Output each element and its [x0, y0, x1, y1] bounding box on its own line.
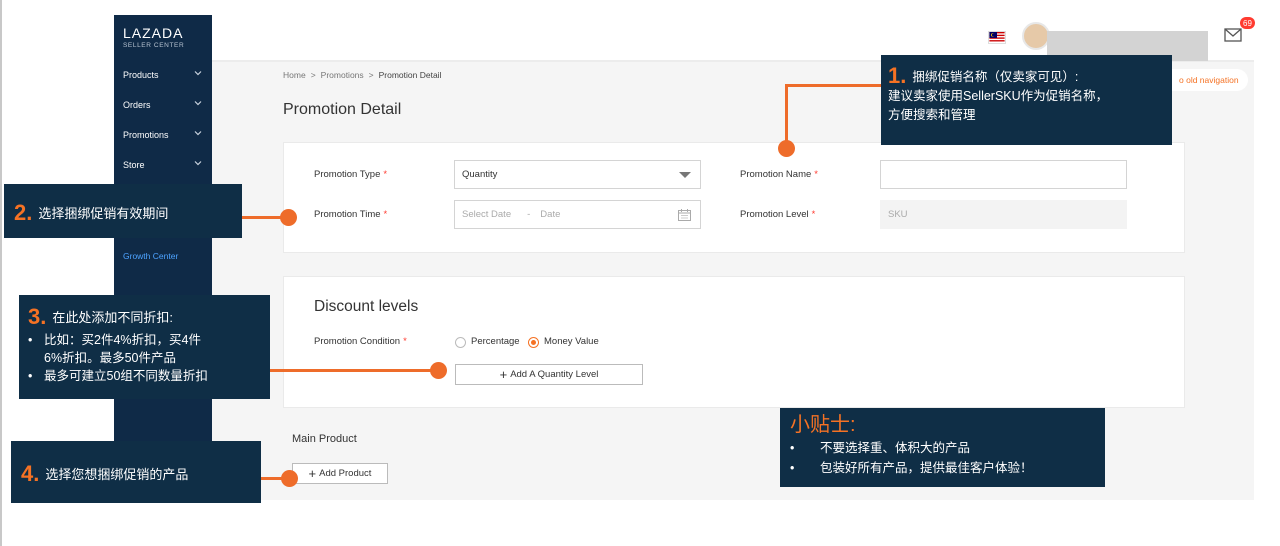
tips-bullet: •: [790, 461, 795, 475]
required-mark: *: [383, 209, 388, 220]
sidebar-item-label: Store: [123, 160, 145, 170]
add-quantity-level-label: Add A Quantity Level: [510, 369, 599, 380]
tips-box: 小贴士: • 不要选择重、体积大的产品 • 包装好所有产品，提供最佳客户体验！: [780, 408, 1105, 487]
annotation-4-number: 4.: [21, 461, 40, 486]
annotation-1-dot: [778, 140, 795, 157]
promotion-type-value: Quantity: [462, 169, 498, 180]
promotion-level-label: Promotion Level *: [740, 209, 816, 220]
plus-icon: +: [308, 466, 317, 481]
annotation-3-title: 在此处添加不同折扣:: [52, 310, 173, 325]
chevron-down-icon: [194, 71, 202, 76]
add-product-button[interactable]: + Add Product: [292, 463, 388, 484]
annotation-1-connector: [785, 84, 882, 87]
annotation-1: 1. 捆绑促销名称（仅卖家可见）: 建议卖家使用SellerSKU作为促销名称， …: [881, 55, 1172, 145]
annotation-3-connector: [270, 369, 438, 372]
required-mark: *: [814, 169, 818, 180]
annotation-4-text: 选择您想捆绑促销的产品: [45, 467, 189, 482]
annotation-2: 2. 选择捆绑促销有效期间: [4, 184, 242, 238]
money-value-radio[interactable]: [528, 337, 539, 348]
mail-icon[interactable]: [1224, 28, 1242, 42]
required-mark: *: [383, 169, 388, 180]
date-separator: -: [527, 209, 531, 220]
annotation-1-line1: 捆绑促销名称（仅卖家可见）:: [912, 70, 1079, 84]
sidebar-item-label: Promotions: [123, 130, 169, 140]
breadcrumb-promotions[interactable]: Promotions: [321, 70, 364, 80]
chevron-down-icon: [194, 161, 202, 166]
annotation-1-line2: 建议卖家使用SellerSKU作为促销名称，: [888, 89, 1109, 103]
annotation-3: 3. 在此处添加不同折扣: • 比如：买2件4%折扣，买4件 6%折扣。最多50件产…: [19, 295, 270, 399]
plus-icon: +: [499, 367, 508, 382]
annotation-3-number: 3.: [28, 304, 47, 329]
money-value-radio-label[interactable]: Money Value: [544, 336, 599, 347]
breadcrumb-separator: >: [310, 70, 316, 80]
annotation-4-dot: [281, 470, 298, 487]
page-title: Promotion Detail: [283, 101, 402, 118]
promotion-condition-label: Promotion Condition *: [314, 336, 407, 347]
breadcrumb-current: Promotion Detail: [378, 70, 442, 80]
chevron-down-icon: [194, 131, 202, 136]
chevron-down-icon: [194, 101, 202, 106]
logo-subtext: SELLER CENTER: [123, 42, 185, 49]
discount-levels-title: Discount levels: [314, 298, 419, 315]
annotation-3-dot: [430, 362, 447, 379]
annotation-2-number: 2.: [14, 200, 33, 225]
promotion-name-input[interactable]: [880, 160, 1127, 189]
sidebar-item-label: Products: [123, 70, 159, 80]
tips-bullet: •: [790, 441, 795, 455]
promotion-name-label: Promotion Name *: [740, 169, 818, 180]
calendar-icon[interactable]: [678, 209, 691, 221]
flag-icon[interactable]: [988, 31, 1006, 44]
caret-down-icon: [679, 172, 691, 178]
annotation-1-line3: 方便搜索和管理: [888, 108, 976, 122]
annotation-3-bullet-1a: 比如：买2件4%折扣，买4件: [44, 333, 201, 347]
screen: LAZADA SELLER CENTER Products Orders Pro…: [0, 0, 1280, 546]
sidebar-item-promotions[interactable]: Promotions: [114, 121, 212, 149]
end-date-input[interactable]: Date: [540, 209, 560, 220]
main-product-title: Main Product: [292, 433, 357, 445]
breadcrumb-home[interactable]: Home: [283, 70, 306, 80]
promotion-type-label: Promotion Type *: [314, 169, 388, 180]
promotion-time-label: Promotion Time *: [314, 209, 388, 220]
required-mark: *: [811, 209, 816, 220]
sidebar-item-orders[interactable]: Orders: [114, 91, 212, 119]
sidebar-item-products[interactable]: Products: [114, 61, 212, 89]
percentage-radio[interactable]: [455, 337, 466, 348]
annotation-4: 4. 选择您想捆绑促销的产品: [11, 441, 261, 503]
annotation-2-dot: [280, 209, 297, 226]
add-quantity-level-button[interactable]: + Add A Quantity Level: [455, 364, 643, 385]
tips-title: 小贴士:: [790, 414, 856, 436]
promotion-type-select[interactable]: Quantity: [454, 160, 701, 189]
discount-levels-card: [283, 276, 1185, 408]
annotation-2-text: 选择捆绑促销有效期间: [38, 206, 169, 221]
tips-item-2: 包装好所有产品，提供最佳客户体验！: [820, 461, 1033, 475]
notification-badge: 69: [1240, 17, 1255, 29]
add-product-label: Add Product: [319, 468, 372, 479]
avatar[interactable]: [1022, 22, 1050, 50]
start-date-input[interactable]: Select Date: [462, 209, 511, 220]
sidebar: LAZADA SELLER CENTER Products Orders Pro…: [114, 15, 212, 500]
annotation-3-bullet: •: [28, 369, 33, 383]
frame-edge: [0, 0, 2, 546]
promotion-level-field: SKU: [880, 200, 1127, 229]
sidebar-item-growth-center[interactable]: Growth Center: [123, 251, 178, 261]
breadcrumb: Home > Promotions > Promotion Detail: [283, 70, 441, 80]
logo[interactable]: LAZADA SELLER CENTER: [123, 25, 184, 49]
required-mark: *: [403, 336, 407, 347]
annotation-3-bullet-2: 最多可建立50组不同数量折扣: [44, 369, 208, 383]
annotation-3-bullet: •: [28, 333, 33, 347]
annotation-3-bullet-1b: 6%折扣。最多50件产品: [44, 351, 176, 365]
annotation-1-number: 1.: [888, 63, 907, 88]
promotion-time-range[interactable]: Select Date - Date: [454, 200, 701, 229]
tips-item-1: 不要选择重、体积大的产品: [820, 441, 971, 455]
sidebar-item-store[interactable]: Store: [114, 151, 212, 179]
breadcrumb-separator: >: [368, 70, 374, 80]
promotion-info-card: [283, 142, 1185, 253]
percentage-radio-label[interactable]: Percentage: [471, 336, 520, 347]
sidebar-item-label: Orders: [123, 100, 151, 110]
logo-text: LAZADA: [123, 25, 184, 41]
